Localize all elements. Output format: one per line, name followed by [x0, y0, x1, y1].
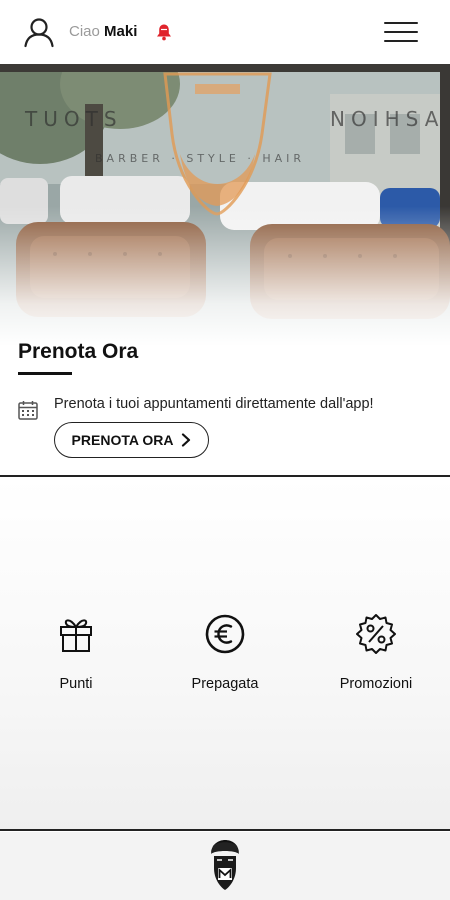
quick-action-prepagata[interactable]: Prepagata — [165, 612, 285, 692]
percent-badge-icon — [356, 614, 396, 654]
hamburger-menu-icon[interactable] — [384, 20, 420, 46]
title-underline — [18, 372, 72, 375]
prenota-ora-button[interactable]: PRENOTA ORA — [54, 422, 209, 458]
prenota-button-label: PRENOTA ORA — [71, 432, 174, 448]
notification-bell-icon[interactable] — [154, 22, 174, 42]
quick-action-label: Punti — [59, 676, 93, 692]
prenota-title: Prenota Ora — [18, 340, 139, 363]
footer-divider — [0, 829, 450, 831]
svg-text:BARBER · STYLE · HAIR: BARBER · STYLE · HAIR — [95, 152, 305, 165]
prenota-description: Prenota i tuoi appuntamenti direttamente… — [54, 396, 374, 412]
quick-action-label: Promozioni — [339, 676, 413, 692]
user-name: Maki — [104, 23, 138, 40]
quick-action-label: Prepagata — [191, 676, 259, 692]
euro-icon — [205, 614, 245, 654]
user-profile-icon[interactable] — [22, 15, 56, 49]
svg-text:TUOTS: TUOTS — [24, 107, 123, 131]
greeting: Ciao Maki — [69, 23, 137, 40]
quick-action-punti[interactable]: Punti — [16, 612, 136, 692]
barber-logo-icon[interactable] — [205, 838, 245, 894]
quick-action-promozioni[interactable]: Promozioni — [316, 612, 436, 692]
calendar-icon — [18, 401, 38, 420]
hero-image: TUOTS NOIHSA BARBER · STYLE · HAIR — [0, 64, 450, 346]
greeting-prefix: Ciao — [69, 23, 100, 40]
gift-icon — [60, 619, 92, 652]
chevron-right-icon — [182, 433, 191, 447]
app-header: Ciao Maki — [0, 0, 450, 64]
svg-text:NOIHSA: NOIHSA — [330, 107, 444, 131]
